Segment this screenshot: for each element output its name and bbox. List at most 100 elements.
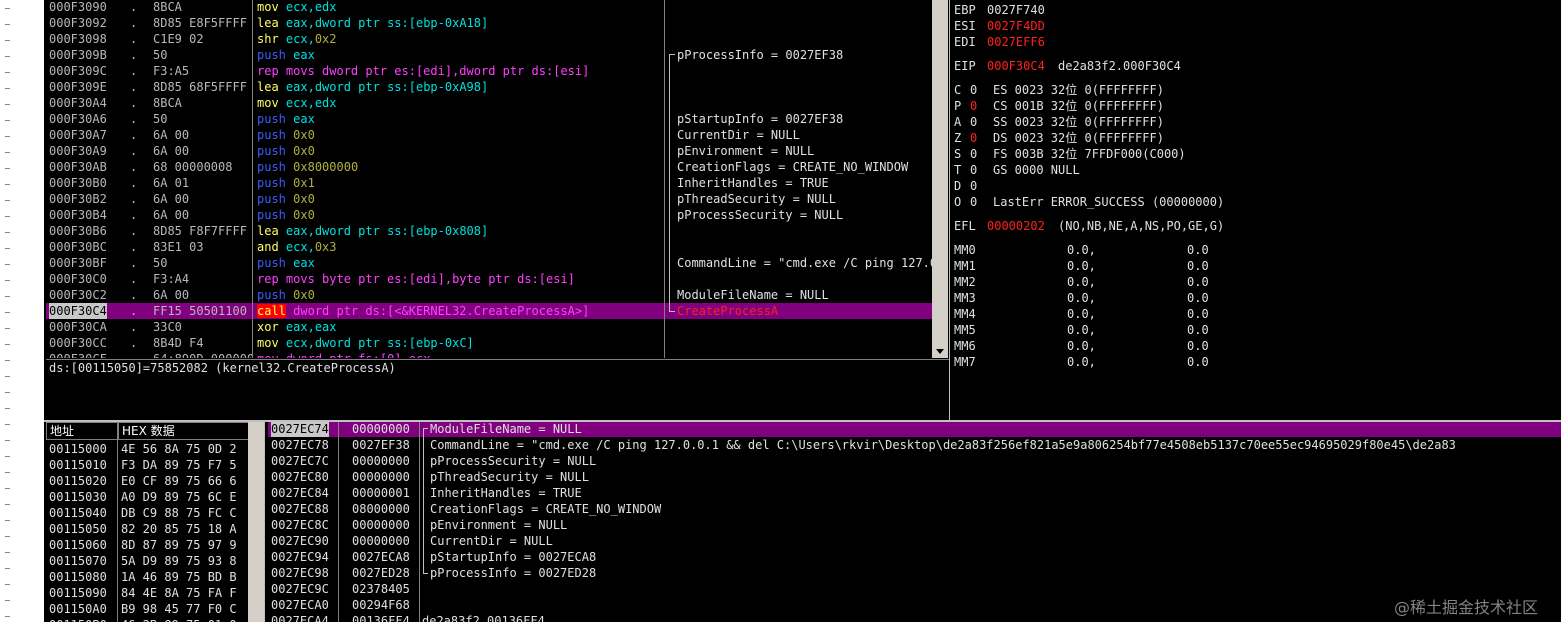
dump-row[interactable]: 00115090 84 4E 8A 75 FA F bbox=[46, 585, 248, 601]
dump-address[interactable]: 001150B0 bbox=[49, 617, 107, 622]
stack-row[interactable]: 0027EC7C 00000000 pProcessSecurity = NULL bbox=[268, 453, 1561, 469]
disasm-address[interactable]: 000F30C4 bbox=[49, 303, 107, 319]
efl-row[interactable]: EFL 00000202 (NO,NB,NE,A,NS,PO,GE,G) bbox=[950, 218, 1561, 234]
stack-row[interactable]: 0027EC84 00000001 InheritHandles = TRUE bbox=[268, 485, 1561, 501]
stack-address[interactable]: 0027EC88 bbox=[271, 501, 329, 517]
disasm-row[interactable]: 000F309E. 8D85 68F5FFFF lea eax,dword ptr … bbox=[46, 79, 932, 95]
dump-row[interactable]: 00115070 5A D9 89 75 93 8 bbox=[46, 553, 248, 569]
stack-row[interactable]: 0027EC88 08000000 CreationFlags = CREATE_N… bbox=[268, 501, 1561, 517]
stack-row[interactable]: 0027EC80 00000000 pThreadSecurity = NULL bbox=[268, 469, 1561, 485]
mmx-value-a[interactable]: 0.0, bbox=[1067, 274, 1096, 290]
stack-value[interactable]: 00000000 bbox=[352, 422, 410, 437]
stack-row[interactable]: 0027EC74 00000000 ModuleFileName = NULL bbox=[268, 422, 1561, 437]
dump-hex[interactable]: 1A 46 89 75 BD B bbox=[121, 569, 237, 585]
register-row[interactable]: EBP 0027F740 bbox=[950, 2, 1561, 18]
mmx-value-b[interactable]: 0.0 bbox=[1187, 338, 1209, 354]
flag-row[interactable]: D0 bbox=[950, 178, 1561, 194]
stack-row[interactable]: 0027EC98 0027ED28 pProcessInfo = 0027ED28 bbox=[268, 565, 1561, 581]
disasm-address[interactable]: 000F30C2 bbox=[49, 287, 107, 303]
stack-value[interactable]: 00000000 bbox=[352, 453, 410, 469]
dump-address[interactable]: 001150A0 bbox=[49, 601, 107, 617]
disasm-row[interactable]: 000F30A4. 8BCA mov ecx,edx bbox=[46, 95, 932, 111]
flag-row[interactable]: S 0 FS 003B 32位 7FFDF000(C000) bbox=[950, 146, 1561, 162]
register-row[interactable]: ESI 0027F4DD bbox=[950, 18, 1561, 34]
dump-row[interactable]: 00115080 1A 46 89 75 BD B bbox=[46, 569, 248, 585]
stack-row[interactable]: 0027EC78 0027EF38 CommandLine = "cmd.exe /… bbox=[268, 437, 1561, 453]
disasm-instruction[interactable]: lea eax,dword ptr ss:[ebp-0xA98] bbox=[257, 79, 488, 95]
stack-value[interactable]: 0027ECA8 bbox=[352, 549, 410, 565]
disasm-row[interactable]: 000F30CC. 8B4D F4 mov ecx,dword ptr ss:[eb… bbox=[46, 335, 932, 351]
flag-value[interactable]: 0 bbox=[970, 98, 977, 114]
dump-pane[interactable]: 地址 HEX 数据 00115000 4E 56 8A 75 0D 2 001150… bbox=[46, 422, 248, 622]
dump-row[interactable]: 00115030 A0 D9 89 75 6C E bbox=[46, 489, 248, 505]
disasm-row[interactable]: 000F3098. C1E9 02 shr ecx,0x2 bbox=[46, 31, 932, 47]
dump-scrollbar[interactable] bbox=[248, 422, 264, 622]
stack-value[interactable]: 00136FF4 bbox=[352, 613, 410, 622]
disasm-address[interactable]: 000F3098 bbox=[49, 31, 107, 47]
dump-hex[interactable]: 8D 87 89 75 97 9 bbox=[121, 537, 237, 553]
disasm-row[interactable]: 000F30C0. F3:A4 rep movs byte ptr es:[edi]… bbox=[46, 271, 932, 287]
dump-address[interactable]: 00115040 bbox=[49, 505, 107, 521]
mmx-value-b[interactable]: 0.0 bbox=[1187, 242, 1209, 258]
disasm-row[interactable]: 000F30CF. 64:890D 00000000 mov dword ptr f… bbox=[46, 351, 932, 358]
dump-address[interactable]: 00115080 bbox=[49, 569, 107, 585]
dump-row[interactable]: 00115060 8D 87 89 75 97 9 bbox=[46, 537, 248, 553]
stack-value[interactable]: 00000001 bbox=[352, 485, 410, 501]
disasm-instruction[interactable]: push 0x0 bbox=[257, 191, 315, 207]
disasm-instruction[interactable]: push 0x0 bbox=[257, 127, 315, 143]
dump-address[interactable]: 00115020 bbox=[49, 473, 107, 489]
disasm-instruction[interactable]: mov ecx,dword ptr ss:[ebp-0xC] bbox=[257, 335, 474, 351]
disasm-instruction[interactable]: push eax bbox=[257, 47, 315, 63]
disasm-address[interactable]: 000F309B bbox=[49, 47, 107, 63]
stack-value[interactable]: 00000000 bbox=[352, 517, 410, 533]
dump-hex[interactable]: F3 DA 89 75 F7 5 bbox=[121, 457, 237, 473]
disasm-address[interactable]: 000F30B4 bbox=[49, 207, 107, 223]
dump-address[interactable]: 00115000 bbox=[49, 441, 107, 457]
dump-hex[interactable]: 84 4E 8A 75 FA F bbox=[121, 585, 237, 601]
disasm-address[interactable]: 000F30B2 bbox=[49, 191, 107, 207]
mmx-row[interactable]: MM3 0.0, 0.0 bbox=[950, 290, 1561, 306]
dump-row[interactable]: 00115040 DB C9 88 75 FC C bbox=[46, 505, 248, 521]
mmx-value-a[interactable]: 0.0, bbox=[1067, 338, 1096, 354]
dump-row[interactable]: 00115010 F3 DA 89 75 F7 5 bbox=[46, 457, 248, 473]
dump-hex[interactable]: 46 2B 89 75 01 0 bbox=[121, 617, 237, 622]
mmx-value-b[interactable]: 0.0 bbox=[1187, 354, 1209, 370]
stack-address[interactable]: 0027EC80 bbox=[271, 469, 329, 485]
stack-row[interactable]: 0027ECA4 00136FF4 de2a83f2.00136FF4 bbox=[268, 613, 1561, 622]
disasm-row[interactable]: 000F30CA. 33C0 xor eax,eax bbox=[46, 319, 932, 335]
disasm-address[interactable]: 000F30A7 bbox=[49, 127, 107, 143]
register-value[interactable]: 00000202 bbox=[987, 218, 1045, 234]
disasm-address[interactable]: 000F30B0 bbox=[49, 175, 107, 191]
stack-address[interactable]: 0027EC7C bbox=[271, 453, 329, 469]
flag-value[interactable]: 0 bbox=[970, 162, 977, 178]
flag-value[interactable]: 0 bbox=[970, 194, 977, 210]
dump-row[interactable]: 001150A0 B9 98 45 77 F0 C bbox=[46, 601, 248, 617]
flag-row[interactable]: C 0 ES 0023 32位 0(FFFFFFFF) bbox=[950, 82, 1561, 98]
dump-address[interactable]: 00115070 bbox=[49, 553, 107, 569]
eip-row[interactable]: EIP 000F30C4 de2a83f2.000F30C4 bbox=[950, 58, 1561, 74]
dump-address[interactable]: 00115050 bbox=[49, 521, 107, 537]
dump-address[interactable]: 00115010 bbox=[49, 457, 107, 473]
register-value[interactable]: 000F30C4 bbox=[987, 58, 1045, 74]
dump-row[interactable]: 001150B0 46 2B 89 75 01 0 bbox=[46, 617, 248, 622]
disasm-instruction[interactable]: lea eax,dword ptr ss:[ebp-0xA18] bbox=[257, 15, 488, 31]
register-value[interactable]: 0027F4DD bbox=[987, 18, 1045, 34]
mmx-value-b[interactable]: 0.0 bbox=[1187, 290, 1209, 306]
disasm-address[interactable]: 000F30A4 bbox=[49, 95, 107, 111]
disasm-row[interactable]: 000F30B6. 8D85 F8F7FFFF lea eax,dword ptr … bbox=[46, 223, 932, 239]
disasm-instruction[interactable]: mov ecx,edx bbox=[257, 0, 337, 15]
mmx-value-b[interactable]: 0.0 bbox=[1187, 322, 1209, 338]
stack-value[interactable]: 02378405 bbox=[352, 581, 410, 597]
stack-row[interactable]: 0027EC90 00000000 CurrentDir = NULL bbox=[268, 533, 1561, 549]
flag-value[interactable]: 0 bbox=[970, 82, 977, 98]
stack-address[interactable]: 0027EC9C bbox=[271, 581, 329, 597]
disasm-address[interactable]: 000F30B6 bbox=[49, 223, 107, 239]
mmx-row[interactable]: MM6 0.0, 0.0 bbox=[950, 338, 1561, 354]
flag-row[interactable]: T 0 GS 0000 NULL bbox=[950, 162, 1561, 178]
dump-row[interactable]: 00115050 82 20 85 75 18 A bbox=[46, 521, 248, 537]
disasm-address[interactable]: 000F3090 bbox=[49, 0, 107, 15]
register-value[interactable]: 0027F740 bbox=[987, 2, 1045, 18]
mmx-row[interactable]: MM4 0.0, 0.0 bbox=[950, 306, 1561, 322]
disasm-row[interactable]: 000F3092. 8D85 E8F5FFFF lea eax,dword ptr … bbox=[46, 15, 932, 31]
dump-address[interactable]: 00115090 bbox=[49, 585, 107, 601]
